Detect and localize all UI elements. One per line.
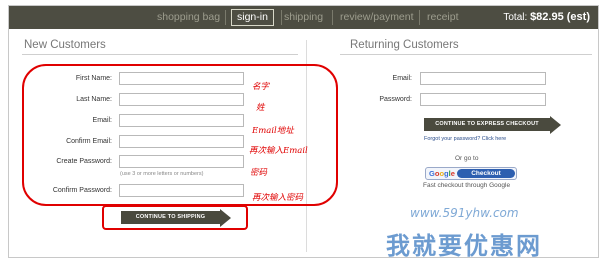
annotation-password: 密码: [250, 168, 268, 178]
checkout-steps-nav: shopping bag sign-in shipping review/pay…: [9, 6, 598, 29]
step-divider: [225, 10, 226, 25]
returning-password-field[interactable]: [420, 93, 546, 106]
annotation-first-name: 名字: [252, 82, 270, 92]
express-checkout-label: CONTINUE TO EXPRESS CHECKOUT: [424, 118, 550, 131]
continue-to-shipping-label: CONTINUE TO SHIPPING: [121, 211, 220, 224]
total-label: Total:: [503, 12, 528, 23]
step-divider: [419, 10, 420, 25]
annotation-confirm-email: 再次输入Email: [249, 146, 308, 156]
step-sign-in[interactable]: sign-in: [231, 9, 274, 26]
step-receipt[interactable]: receipt: [427, 6, 459, 29]
step-divider: [332, 10, 333, 25]
or-go-to-text: Or go to: [455, 155, 479, 162]
returning-customers-title: Returning Customers: [350, 39, 459, 51]
checkout-label: Checkout: [457, 169, 515, 178]
forgot-password-line: Forgot your password? Click here: [424, 136, 506, 142]
step-shipping[interactable]: shipping: [284, 6, 323, 29]
arrow-right-icon: [220, 209, 231, 227]
annotation-email: Email地址: [252, 126, 294, 136]
order-total: Total: $82.95 (est): [503, 6, 590, 29]
google-logo-text: Google: [429, 169, 455, 178]
annotation-confirm-password: 再次输入密码: [252, 193, 304, 203]
returning-customers-rule: [340, 54, 592, 55]
returning-password-label: Password:: [379, 96, 412, 103]
step-review-payment[interactable]: review/payment: [340, 6, 414, 29]
watermark-url: www.591yhw.com: [410, 206, 519, 220]
total-value: $82.95 (est): [530, 11, 590, 23]
watermark-name: 我就要优惠网: [386, 232, 542, 260]
google-checkout-button[interactable]: Google Checkout: [425, 167, 517, 180]
fast-checkout-text: Fast checkout through Google: [423, 182, 511, 189]
arrow-right-icon: [550, 116, 561, 134]
new-customers-title: New Customers: [24, 39, 106, 51]
click-here-link[interactable]: Click here: [482, 136, 506, 142]
forgot-password-text: Forgot your password?: [424, 136, 481, 142]
annotation-last-name: 姓: [256, 103, 265, 113]
step-shopping-bag[interactable]: shopping bag: [157, 6, 220, 29]
returning-email-field[interactable]: [420, 72, 546, 85]
step-divider: [281, 10, 282, 25]
new-customers-rule: [22, 54, 298, 55]
returning-email-label: Email:: [392, 75, 412, 82]
